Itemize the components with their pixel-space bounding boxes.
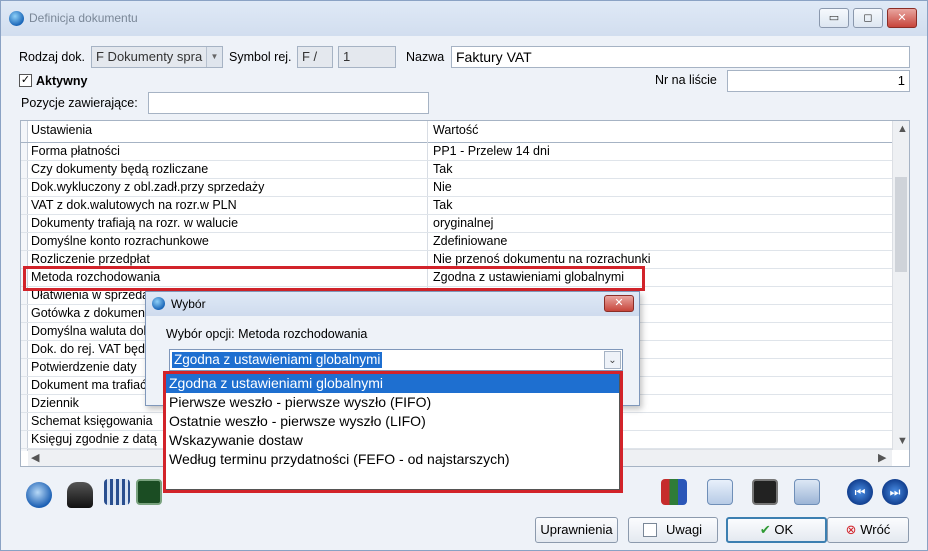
setting-name: Rozliczenie przedpłat	[31, 252, 150, 266]
document-icon[interactable]	[707, 479, 733, 505]
aktywny-checkbox[interactable]: ✓	[19, 74, 32, 87]
scroll-left-icon[interactable]: ◀	[31, 451, 39, 464]
chevron-down-icon[interactable]: ▼	[206, 47, 222, 67]
note-icon	[643, 523, 657, 537]
dialog-title-bar: Wybór ✕	[146, 292, 639, 316]
next-icon[interactable]: ⏭	[882, 479, 908, 505]
formula-icon[interactable]	[136, 479, 162, 505]
setting-name: VAT z dok.walutowych na rozr.w PLN	[31, 198, 237, 212]
save-icon[interactable]	[752, 479, 778, 505]
setting-name: Dokumenty trafiają na rozr. w walucie	[31, 216, 239, 230]
aktywny-label: Aktywny	[36, 74, 88, 88]
setting-value: Nie przenoś dokumentu na rozrachunki	[433, 252, 651, 266]
dialog-prompt: Wybór opcji: Metoda rozchodowania	[166, 327, 368, 341]
setting-value: PP1 - Przelew 14 dni	[433, 144, 550, 158]
table-row[interactable]: VAT z dok.walutowych na rozr.w PLN Tak	[21, 197, 893, 215]
title-bar: Definicja dokumentu ▭ ◻ ✕	[1, 1, 927, 36]
setting-name: Domyślne konto rozrachunkowe	[31, 234, 209, 248]
grid-header: Ustawienia Wartość	[21, 121, 893, 143]
method-combo-value: Zgodna z ustawieniami globalnymi	[172, 352, 383, 368]
maximize-button[interactable]: ◻	[853, 8, 883, 28]
chart-icon[interactable]	[661, 479, 687, 505]
table-row[interactable]: Dok.wykluczony z obl.zadł.przy sprzedaży…	[21, 179, 893, 197]
app-icon	[9, 11, 24, 26]
setting-value: Tak	[433, 198, 453, 212]
scroll-thumb[interactable]	[895, 177, 907, 272]
cancel-icon: ⊗	[845, 522, 857, 537]
column-header-wartosc[interactable]: Wartość	[433, 123, 478, 137]
highlight-box-list	[163, 371, 623, 493]
dialog-title: Wybór	[171, 297, 206, 311]
nr-na-liscie-input[interactable]: 1	[727, 70, 910, 92]
symbol-number-field[interactable]: 1	[338, 46, 396, 68]
table-row[interactable]: Czy dokumenty będą rozliczane Tak	[21, 161, 893, 179]
edit-icon[interactable]	[26, 482, 52, 508]
ok-button[interactable]: ✔ OK	[726, 517, 827, 543]
table-row[interactable]: Forma płatności PP1 - Przelew 14 dni	[21, 143, 893, 161]
scroll-right-icon[interactable]: ▶	[878, 451, 886, 464]
rodzaj-combo[interactable]: F Dokumenty spra ▼	[91, 46, 223, 68]
dialog-close-button[interactable]: ✕	[604, 295, 634, 312]
symbol-prefix-field: F /	[297, 46, 333, 68]
table-row[interactable]: Domyślne konto rozrachunkowe Zdefiniowane	[21, 233, 893, 251]
highlight-box-row	[23, 266, 645, 291]
ok-label: OK	[774, 522, 794, 537]
minimize-button[interactable]: ▭	[819, 8, 849, 28]
symbol-label: Symbol rej.	[229, 50, 292, 64]
window-title: Definicja dokumentu	[29, 11, 138, 25]
previous-icon[interactable]: ⏮	[847, 479, 873, 505]
binoculars-icon[interactable]	[67, 482, 93, 508]
table-row[interactable]: Dokumenty trafiają na rozr. w walucie ory…	[21, 215, 893, 233]
setting-name: Forma płatności	[31, 144, 120, 158]
setting-name: Dok.wykluczony z obl.zadł.przy sprzedaży	[31, 180, 265, 194]
setting-value: Tak	[433, 162, 453, 176]
setting-value: Zdefiniowane	[433, 234, 508, 248]
uwagi-button[interactable]: Uwagi	[628, 517, 718, 543]
chevron-down-icon[interactable]: ⌄	[604, 351, 621, 369]
scroll-down-icon[interactable]: ▼	[897, 435, 908, 447]
setting-value: oryginalnej	[433, 216, 494, 230]
rodzaj-value: F Dokumenty spra	[96, 49, 203, 64]
windows-icon[interactable]	[794, 479, 820, 505]
columns-icon[interactable]	[104, 479, 130, 505]
column-header-ustawienia[interactable]: Ustawienia	[31, 123, 92, 137]
vertical-scrollbar[interactable]: ▲ ▼	[892, 121, 909, 450]
pozycje-input[interactable]	[148, 92, 429, 114]
method-combo[interactable]: Zgodna z ustawieniami globalnymi ⌄	[169, 349, 623, 371]
setting-name: Czy dokumenty będą rozliczane	[31, 162, 209, 176]
pozycje-label: Pozycje zawierające:	[21, 96, 138, 110]
rodzaj-label: Rodzaj dok.	[19, 50, 86, 64]
app-icon	[152, 297, 165, 310]
setting-value: Nie	[433, 180, 452, 194]
wroc-button[interactable]: ⊗ Wróć	[827, 517, 909, 543]
nr-na-liscie-label: Nr na liście	[655, 73, 717, 87]
close-button[interactable]: ✕	[887, 8, 917, 28]
uprawnienia-button[interactable]: Uprawnienia	[535, 517, 618, 543]
nazwa-input[interactable]: Faktury VAT	[451, 46, 910, 68]
checkmark-icon: ✔	[759, 522, 771, 537]
scroll-up-icon[interactable]: ▲	[897, 123, 908, 135]
wroc-label: Wróć	[860, 522, 891, 537]
nazwa-label: Nazwa	[406, 50, 445, 64]
